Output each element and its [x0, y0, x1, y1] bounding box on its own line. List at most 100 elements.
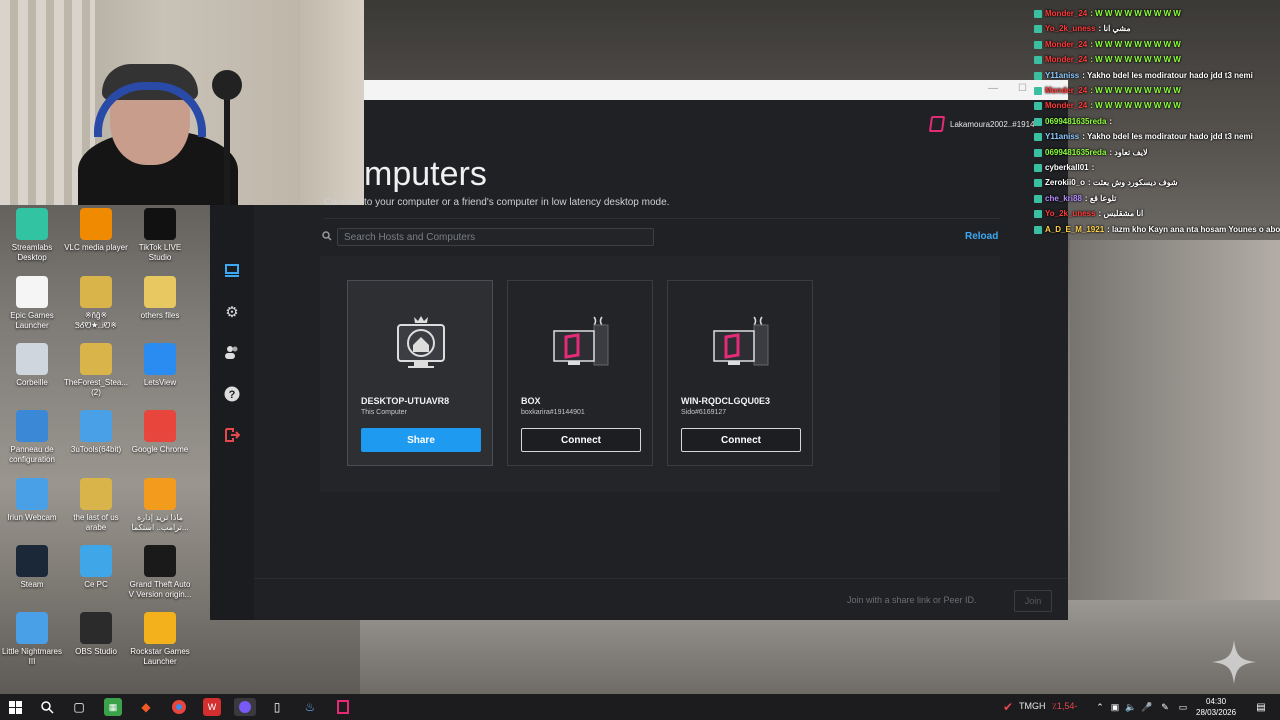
chrome-icon[interactable]: [170, 698, 188, 716]
window-icon: [80, 410, 112, 442]
connect-button[interactable]: Connect: [521, 428, 641, 452]
discord-icon[interactable]: [234, 698, 256, 716]
computer-owner: This Computer: [361, 409, 407, 416]
connect-button[interactable]: Connect: [681, 428, 801, 452]
minimize-icon[interactable]: —: [988, 83, 998, 94]
steam-icon[interactable]: ♨: [301, 698, 319, 716]
desktop-icon[interactable]: ※ňĝ※ ‫※ᏕᎴᏬ★..ᎥᏬ: [64, 276, 128, 331]
windows-start-icon[interactable]: [6, 698, 24, 716]
file-icon[interactable]: ▯: [268, 698, 286, 716]
chat-message: Y11aniss: Yakho bdel les modiratour hado…: [1034, 71, 1253, 81]
chat-text: : Yakho bdel les modiratour hado jdd t3 …: [1082, 132, 1253, 142]
svg-text:?: ?: [229, 389, 236, 401]
chat-message: Yo_2k_uness: مشي انا: [1034, 24, 1131, 34]
microphone-icon[interactable]: 🎤: [1138, 698, 1156, 716]
desktop-icon[interactable]: VLC media player: [64, 208, 128, 253]
chat-text: : لايف تعاود: [1109, 147, 1148, 157]
desktop-icon[interactable]: others files: [128, 276, 192, 321]
desktop-icon-label: Little Nightmares III: [1, 647, 63, 666]
desktop-icon[interactable]: Grand Theft Auto V Version origin...: [128, 545, 192, 600]
reload-button[interactable]: Reload: [965, 231, 998, 242]
desktop-icon[interactable]: TheForest_Stea... (2): [64, 343, 128, 398]
store-icon[interactable]: ▦: [104, 698, 122, 716]
chat-message: Monder_24: W W W W W W W W W: [1034, 101, 1181, 111]
desktop-icon[interactable]: Streamlabs Desktop: [0, 208, 64, 263]
system-clock[interactable]: 04:30 28/03/2026: [1196, 696, 1236, 718]
desktop-icon[interactable]: Rockstar Games Launcher: [128, 612, 192, 667]
chat-badge-icon: [1034, 194, 1042, 203]
desktop-icon[interactable]: TikTok LIVE Studio: [128, 208, 192, 263]
settings-gear-icon[interactable]: ⚙: [222, 302, 242, 322]
desktop-icon-label: Iriun Webcam: [7, 513, 57, 522]
chat-text: : W W W W W W W W W: [1090, 101, 1181, 111]
desktop-icon-label: 3uTools(64bit): [70, 445, 122, 454]
desktop-icon[interactable]: Little Nightmares III: [0, 612, 64, 667]
help-icon[interactable]: ?: [222, 384, 242, 404]
steam-icon: [16, 545, 48, 577]
parsec-icon[interactable]: [334, 698, 352, 716]
brave-browser-icon[interactable]: ◆: [137, 698, 155, 716]
computer-card[interactable]: WIN-RQDCLGQU0E3 Sido#6169127 Connect: [667, 280, 813, 466]
pen-icon[interactable]: ✎: [1156, 698, 1174, 716]
chat-text: : W W W W W W W W W: [1090, 86, 1181, 95]
desktop-icon[interactable]: Ce PC: [64, 545, 128, 590]
computer-card[interactable]: DESKTOP-UTUAVR8 This Computer Share: [347, 280, 493, 466]
join-input[interactable]: Join with a share link or Peer ID.: [847, 595, 977, 605]
desktop-icon[interactable]: Panneau de configuration: [0, 410, 64, 465]
desktop-icon[interactable]: LetsView: [128, 343, 192, 388]
sparkle-icon: [1212, 640, 1256, 684]
desktop-icon[interactable]: 3uTools(64bit): [64, 410, 128, 455]
task-view-icon[interactable]: ▢: [70, 698, 88, 716]
host-monitor-icon: [397, 316, 445, 368]
share-button[interactable]: Share: [361, 428, 481, 452]
app-sidebar: ⚙ ?: [210, 205, 254, 620]
obs-icon: [80, 612, 112, 644]
archive-icon: [80, 276, 112, 308]
computer-owner: boxkarira#19144901: [521, 409, 585, 416]
browser-icon: [144, 478, 176, 510]
desktop-icon[interactable]: Iriun Webcam: [0, 478, 64, 523]
tmgh-tray-icon[interactable]: ✔: [999, 698, 1017, 716]
desktop-icon[interactable]: Corbeille: [0, 343, 64, 388]
footer-divider: [254, 578, 1068, 579]
chat-message: 0699481635reda: لايف تعاود: [1034, 148, 1148, 158]
chat-username: A_D_E_M_1921: [1045, 224, 1105, 234]
logout-icon[interactable]: [222, 425, 242, 445]
vlc-icon: [80, 208, 112, 240]
recycle-bin-icon: [16, 343, 48, 375]
chat-text: : Yakho bdel les modiratour hado jdd t3 …: [1082, 70, 1253, 80]
chat-text: : انا مشقلبس: [1098, 209, 1144, 219]
desktop-icon-label: Ce PC: [84, 580, 108, 589]
join-button[interactable]: Join: [1014, 590, 1052, 612]
app-titlebar[interactable]: — ☐: [364, 80, 1068, 100]
display-icon[interactable]: ▭: [1174, 698, 1192, 716]
desktop-icon-label: Steam: [20, 580, 44, 589]
taskbar: ▢ ▦ ◆ W ▯ ♨ ✔ TMGH ٪1,54- ⌃ ▣ 🔈 🎤 ✎ ▭ 04…: [0, 694, 1280, 720]
tiktok-icon: [144, 208, 176, 240]
user-account-chip[interactable]: Lakamoura2002..#1914: [928, 116, 1035, 132]
desktop-icon[interactable]: the last of us arabe: [64, 478, 128, 533]
desktop-icon-label: others files: [140, 311, 180, 320]
desktop-icon[interactable]: Steam: [0, 545, 64, 590]
maximize-icon[interactable]: ☐: [1018, 83, 1027, 94]
search-input[interactable]: Search Hosts and Computers: [337, 228, 654, 246]
chat-message: A_D_E_M_1921: lazm kho Kayn ana nta hosa…: [1034, 225, 1280, 235]
desktop-icon[interactable]: Epic Games Launcher: [0, 276, 64, 331]
header-divider: [324, 218, 1000, 219]
webcam-microphone: [212, 70, 242, 100]
friends-icon[interactable]: [222, 342, 242, 362]
computer-card[interactable]: BOX boxkarira#19144901 Connect: [507, 280, 653, 466]
computers-icon[interactable]: [222, 261, 242, 281]
search-icon[interactable]: [38, 698, 56, 716]
desktop-icon[interactable]: Google Chrome: [128, 410, 192, 455]
desktop-icon[interactable]: OBS Studio: [64, 612, 128, 657]
chat-username: Monder_24: [1045, 86, 1088, 95]
chat-badge-icon: [1034, 40, 1042, 49]
desktop-icon[interactable]: ماذا تريد إدارة ترامب.. استكما...: [128, 478, 192, 533]
computer-name: DESKTOP-UTUAVR8: [361, 396, 450, 406]
chat-badge-icon: [1034, 225, 1042, 234]
chat-message: cyberkall01:: [1034, 163, 1094, 173]
chat-message: Yo_2k_uness: انا مشقلبس: [1034, 209, 1143, 219]
notification-icon[interactable]: ▤: [1252, 698, 1270, 716]
wps-office-icon[interactable]: W: [203, 698, 221, 716]
